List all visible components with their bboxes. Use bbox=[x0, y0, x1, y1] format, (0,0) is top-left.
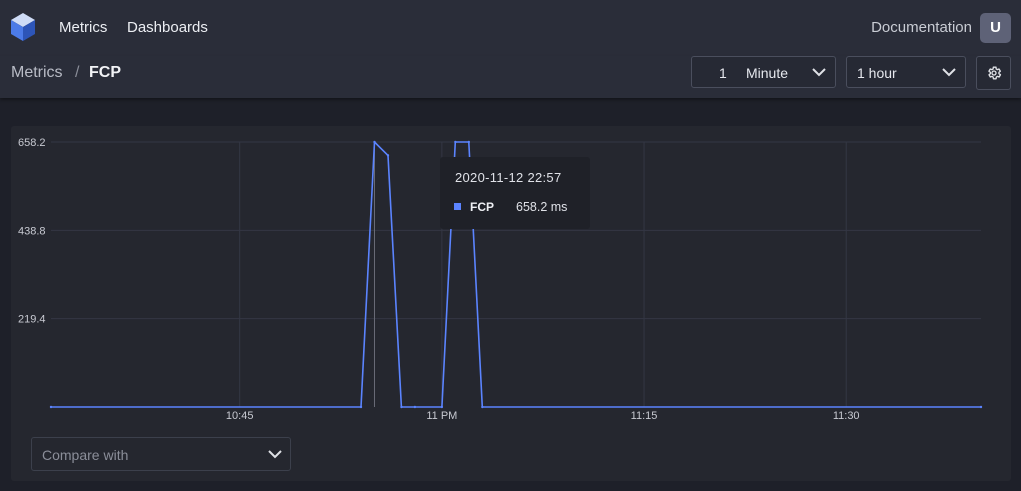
fcp-line-chart[interactable]: 219.4 438.8 658.2 10:45 11 PM 11:15 11:30 bbox=[0, 0, 1021, 491]
data-point bbox=[49, 405, 53, 409]
chart-tooltip bbox=[440, 157, 590, 229]
tooltip-series-swatch bbox=[454, 203, 461, 210]
compare-with-select[interactable]: Compare with bbox=[31, 437, 291, 471]
data-point bbox=[400, 405, 403, 409]
x-tick-label: 11:15 bbox=[631, 410, 658, 422]
compare-with-placeholder: Compare with bbox=[42, 447, 129, 463]
data-point bbox=[359, 405, 363, 409]
data-point bbox=[440, 405, 444, 409]
x-tick-label: 11:30 bbox=[833, 410, 860, 422]
tooltip-timestamp: 2020-11-12 22:57 bbox=[455, 170, 562, 185]
y-tick-label: 658.2 bbox=[18, 137, 46, 149]
data-point bbox=[481, 405, 484, 409]
data-point bbox=[373, 140, 376, 144]
x-tick-label: 11 PM bbox=[426, 410, 457, 422]
data-point bbox=[413, 405, 417, 409]
data-point bbox=[386, 154, 390, 157]
data-point bbox=[467, 140, 471, 144]
data-point bbox=[979, 405, 983, 409]
y-tick-label: 219.4 bbox=[18, 314, 46, 326]
chevron-down-icon bbox=[268, 450, 282, 459]
x-tick-label: 10:45 bbox=[226, 410, 254, 422]
data-point bbox=[454, 140, 457, 144]
tooltip-series-value: 658.2 ms bbox=[516, 200, 568, 214]
y-tick-label: 438.8 bbox=[18, 225, 46, 237]
tooltip-series-name: FCP bbox=[470, 200, 494, 214]
